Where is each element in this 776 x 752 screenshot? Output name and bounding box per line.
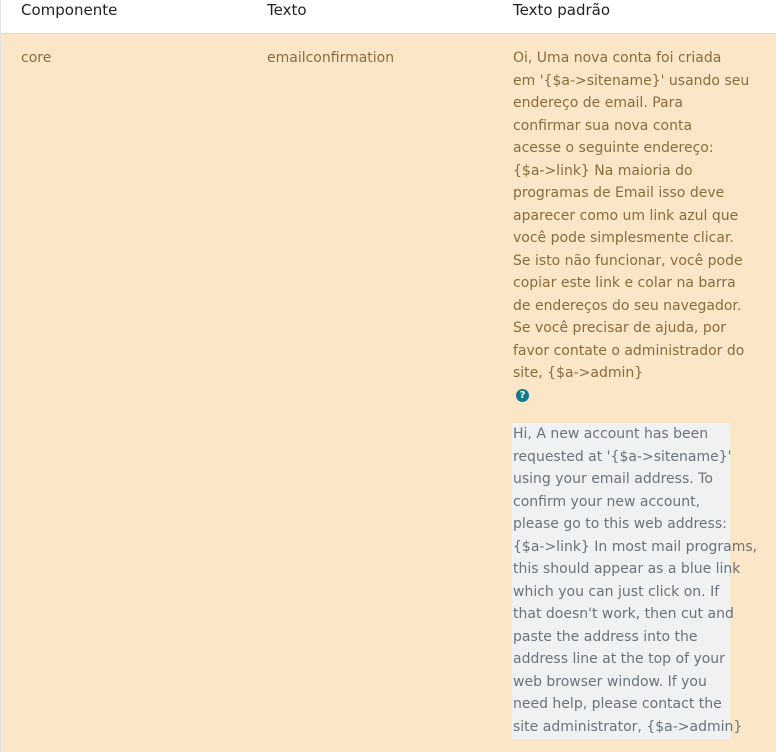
english-original-text: Hi, A new account has been requested at …: [512, 423, 757, 739]
english-text-line: requested at '{$a->sitename}': [513, 448, 732, 465]
default-text-line: programas de Email isso deve: [513, 185, 725, 201]
default-text-line: você pode simplesmente clicar.: [513, 230, 734, 246]
english-text-line: web browser window. If you: [513, 673, 707, 690]
english-text-line: please go to this web address:: [513, 516, 727, 532]
english-text-line: Hi, A new account has been: [513, 426, 709, 442]
column-header-component[interactable]: Componente: [21, 0, 117, 20]
default-text-line: Se você precisar de ajuda, por: [513, 320, 727, 336]
default-text-line: {$a->link} Na maioria do: [513, 162, 693, 179]
english-text-line: confirm your new account,: [513, 493, 701, 510]
default-text-line: copiar este link e colar na barra: [513, 275, 736, 291]
default-text-cell: Oi, Uma nova conta foi criada em '{$a->s…: [513, 47, 750, 385]
default-text-line: de endereços do seu navegador.: [513, 297, 742, 314]
default-text-line: Se isto não funcionar, você pode: [513, 252, 743, 269]
english-text-line: which you can just click on. If: [513, 583, 720, 600]
table-header: Componente Texto Texto padrão: [1, 0, 776, 34]
component-cell: core: [21, 50, 52, 66]
default-text-line: em '{$a->sitename}' usando seu: [513, 72, 750, 89]
english-text-line: address line at the top of your: [513, 651, 725, 667]
column-header-default-text[interactable]: Texto padrão: [513, 0, 610, 20]
english-text-line: that doesn't work, then cut and: [513, 606, 734, 622]
english-text-block: Hi, A new account has been requested at …: [513, 423, 757, 738]
english-text-line: {$a->link} In most mail programs,: [513, 538, 758, 555]
english-text-line: this should appear as a blue link: [513, 561, 741, 577]
default-text-line: aparecer como um link azul que: [513, 207, 739, 224]
language-strings-table: Componente Texto Texto padrão core email…: [0, 0, 776, 752]
table-row: core emailconfirmation Oi, Uma nova cont…: [1, 34, 776, 752]
default-text-line: endereço de email. Para: [513, 95, 683, 111]
string-id-cell: emailconfirmation: [267, 50, 395, 66]
default-text-line: favor contate o administrador do: [513, 342, 745, 359]
english-text-line: site administrator, {$a->admin}: [513, 718, 743, 735]
english-text-line: using your email address. To: [513, 471, 713, 487]
default-text-line: confirmar sua nova conta: [513, 117, 693, 134]
column-header-text[interactable]: Texto: [267, 0, 307, 20]
question-circle-icon[interactable]: ?: [516, 389, 529, 402]
default-text-line: acesse o seguinte endereço:: [513, 140, 714, 156]
english-text-line: paste the address into the: [513, 628, 698, 645]
english-text-line: need help, please contact the: [513, 696, 722, 712]
default-text-line: site, {$a->admin}: [513, 365, 644, 381]
default-text-line: Oi, Uma nova conta foi criada: [513, 50, 722, 66]
